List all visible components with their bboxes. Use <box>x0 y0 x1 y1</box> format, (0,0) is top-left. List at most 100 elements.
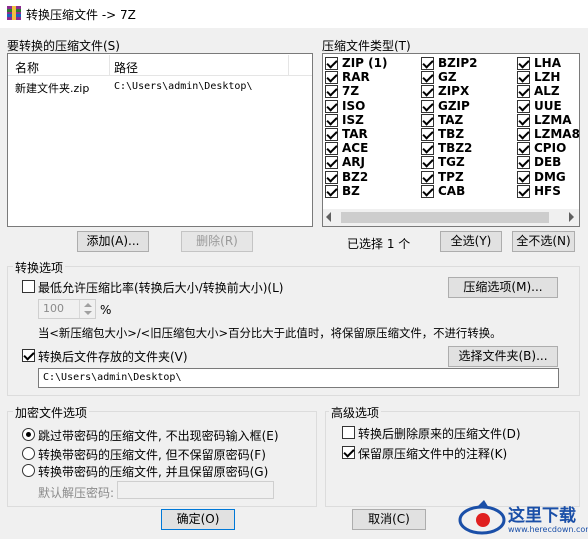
type-label[interactable]: CPIO <box>534 141 566 155</box>
type-checkbox-bz[interactable] <box>325 184 338 198</box>
type-label[interactable]: ACE <box>342 141 368 155</box>
type-label[interactable]: TAR <box>342 127 368 141</box>
type-checkbox-deb[interactable] <box>517 156 530 170</box>
type-checkbox-rar[interactable] <box>325 71 338 85</box>
type-label[interactable]: LZMA <box>534 113 572 127</box>
compress-options-button[interactable]: 压缩选项(M)... <box>448 277 558 298</box>
output-folder-input[interactable]: C:\Users\admin\Desktop\ <box>38 368 559 388</box>
cancel-button[interactable]: 取消(C) <box>352 509 426 530</box>
keep-comment-label[interactable]: 保留原压缩文件中的注释(K) <box>358 445 507 462</box>
column-header-path[interactable]: 路径 <box>114 59 138 76</box>
type-checkbox-bz2[interactable] <box>325 170 338 184</box>
type-label[interactable]: TGZ <box>438 155 465 169</box>
type-checkbox-tar[interactable] <box>325 128 338 141</box>
type-label[interactable]: LZH <box>534 70 560 84</box>
type-label[interactable]: ALZ <box>534 84 560 98</box>
type-checkbox-arj[interactable] <box>325 156 338 170</box>
convert-no-password-radio[interactable] <box>22 447 35 460</box>
type-checkbox-cab[interactable] <box>421 184 434 198</box>
type-checkbox-isz[interactable] <box>325 113 338 127</box>
keep-comment-checkbox[interactable] <box>342 446 355 459</box>
type-label[interactable]: ISZ <box>342 113 364 127</box>
type-label[interactable]: DEB <box>534 155 561 169</box>
skip-encrypted-label[interactable]: 跳过带密码的压缩文件, 不出现密码输入框(E) <box>38 427 279 444</box>
type-label[interactable]: BZ <box>342 184 360 198</box>
min-ratio-label[interactable]: 最低允许压缩比率(转换后大小/转换前大小)(L) <box>38 279 283 296</box>
convert-no-password-label[interactable]: 转换带密码的压缩文件, 但不保留原密码(F) <box>38 446 266 463</box>
default-password-input[interactable] <box>117 481 274 499</box>
type-checkbox-lha[interactable] <box>517 57 530 70</box>
output-folder-checkbox[interactable] <box>22 349 35 362</box>
type-checkbox-lzma86[interactable] <box>517 128 530 141</box>
type-label[interactable]: DMG <box>534 170 566 184</box>
watermark-brand: 这里下载 <box>508 506 576 526</box>
delete-original-checkbox[interactable] <box>342 426 355 439</box>
delete-original-label[interactable]: 转换后删除原来的压缩文件(D) <box>358 425 521 442</box>
scroll-left-arrow-icon[interactable] <box>326 212 331 222</box>
type-checkbox-taz[interactable] <box>421 113 434 127</box>
convert-keep-password-label[interactable]: 转换带密码的压缩文件, 并且保留原密码(G) <box>38 463 268 480</box>
type-checkbox-bzip2[interactable] <box>421 57 434 70</box>
type-checkbox-hfs[interactable] <box>517 184 530 198</box>
type-checkbox-cpio[interactable] <box>517 142 530 156</box>
select-none-button[interactable]: 全不选(N) <box>512 231 575 252</box>
type-label[interactable]: BZ2 <box>342 170 368 184</box>
min-ratio-checkbox[interactable] <box>22 280 35 293</box>
type-label[interactable]: ZIP (1) <box>342 56 387 70</box>
type-checkbox-lzma[interactable] <box>517 113 530 127</box>
convert-keep-password-radio[interactable] <box>22 464 35 477</box>
type-label[interactable]: HFS <box>534 184 561 198</box>
type-checkbox-zip-1[interactable] <box>325 57 338 70</box>
type-checkbox-ace[interactable] <box>325 142 338 156</box>
type-label[interactable]: TBZ2 <box>438 141 472 155</box>
type-label[interactable]: TAZ <box>438 113 463 127</box>
scroll-right-arrow-icon[interactable] <box>569 212 574 222</box>
type-checkbox-lzh[interactable] <box>517 71 530 85</box>
advanced-options-title: 高级选项 <box>329 404 382 421</box>
type-label[interactable]: LHA <box>534 56 561 70</box>
spin-down-icon[interactable] <box>84 311 92 315</box>
add-button[interactable]: 添加(A)... <box>77 231 149 252</box>
type-checkbox-7z[interactable] <box>325 85 338 99</box>
ratio-unit: % <box>100 303 112 317</box>
column-header-name[interactable]: 名称 <box>15 59 39 76</box>
type-label[interactable]: TBZ <box>438 127 464 141</box>
choose-folder-button[interactable]: 选择文件夹(B)... <box>448 346 558 367</box>
type-label[interactable]: GZIP <box>438 99 470 113</box>
type-label[interactable]: ARJ <box>342 155 365 169</box>
type-label[interactable]: ISO <box>342 99 365 113</box>
type-label[interactable]: RAR <box>342 70 370 84</box>
type-label[interactable]: 7Z <box>342 84 359 98</box>
type-checkbox-uue[interactable] <box>517 99 530 113</box>
archive-types-list[interactable]: ZIP (1) RAR 7Z ISO ISZ TAR ACE ARJ BZ2 BZ BZIP2 GZ Z… <box>322 53 580 227</box>
scrollbar-thumb[interactable] <box>341 212 549 223</box>
type-label[interactable]: LZMA86 <box>534 127 579 141</box>
type-checkbox-iso[interactable] <box>325 99 338 113</box>
type-checkbox-alz[interactable] <box>517 85 530 99</box>
type-label[interactable]: UUE <box>534 99 562 113</box>
convert-options-title: 转换选项 <box>13 259 66 276</box>
ok-button[interactable]: 确定(O) <box>161 509 235 530</box>
winrar-app-icon <box>7 6 21 20</box>
ratio-spin-input[interactable]: 100 <box>38 299 96 319</box>
type-checkbox-zipx[interactable] <box>421 85 434 99</box>
select-all-button[interactable]: 全选(Y) <box>440 231 502 252</box>
output-folder-label[interactable]: 转换后文件存放的文件夹(V) <box>38 348 188 365</box>
spin-buttons[interactable] <box>79 300 95 318</box>
type-label[interactable]: BZIP2 <box>438 56 477 70</box>
type-checkbox-gz[interactable] <box>421 71 434 85</box>
source-file-list[interactable]: 名称 路径 新建文件夹.zip C:\Users\admin\Desktop\ <box>7 53 313 227</box>
type-checkbox-tbz[interactable] <box>421 128 434 141</box>
type-label[interactable]: ZIPX <box>438 84 469 98</box>
type-checkbox-tbz2[interactable] <box>421 142 434 156</box>
skip-encrypted-radio[interactable] <box>22 428 35 441</box>
type-label[interactable]: TPZ <box>438 170 464 184</box>
type-checkbox-tgz[interactable] <box>421 156 434 170</box>
type-label[interactable]: CAB <box>438 184 465 198</box>
type-label[interactable]: GZ <box>438 70 457 84</box>
type-checkbox-tpz[interactable] <box>421 170 434 184</box>
type-checkbox-dmg[interactable] <box>517 170 530 184</box>
spin-up-icon[interactable] <box>84 303 92 307</box>
type-checkbox-gzip[interactable] <box>421 99 434 113</box>
delete-button[interactable]: 删除(R) <box>181 231 253 252</box>
